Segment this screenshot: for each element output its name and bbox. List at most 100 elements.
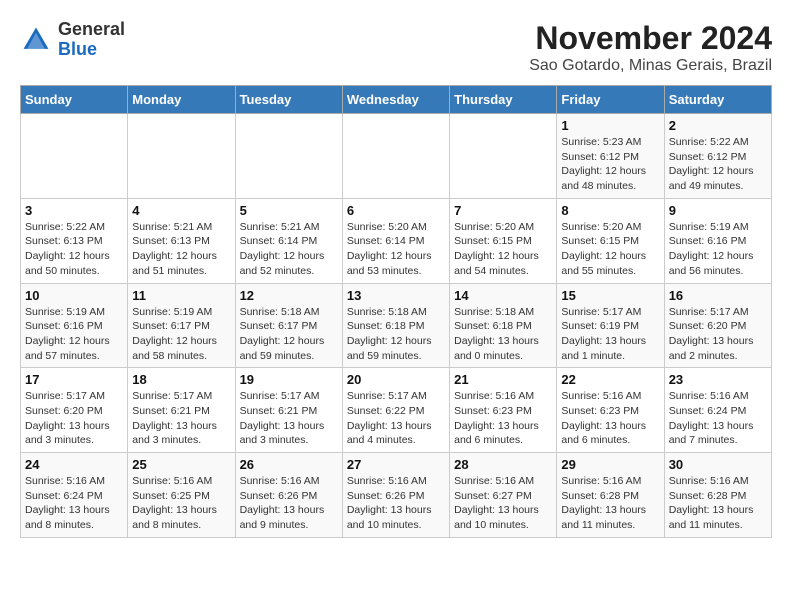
calendar-cell bbox=[21, 114, 128, 199]
calendar-cell: 19 Sunrise: 5:17 AM Sunset: 6:21 PM Dayli… bbox=[235, 368, 342, 453]
day-number: 12 bbox=[240, 288, 338, 303]
day-info: Sunrise: 5:16 AM Sunset: 6:28 PM Dayligh… bbox=[561, 474, 659, 533]
header-wednesday: Wednesday bbox=[342, 86, 449, 114]
calendar-cell bbox=[450, 114, 557, 199]
day-number: 7 bbox=[454, 203, 552, 218]
logo-icon bbox=[20, 24, 52, 56]
day-number: 20 bbox=[347, 372, 445, 387]
day-info: Sunrise: 5:20 AM Sunset: 6:15 PM Dayligh… bbox=[454, 220, 552, 279]
week-row-2: 10Sunrise: 5:19 AM Sunset: 6:16 PM Dayli… bbox=[21, 283, 772, 368]
calendar-cell bbox=[128, 114, 235, 199]
page-title: November 2024 bbox=[529, 20, 772, 57]
title-block: November 2024 Sao Gotardo, Minas Gerais,… bbox=[529, 20, 772, 75]
week-row-1: 3Sunrise: 5:22 AM Sunset: 6:13 PM Daylig… bbox=[21, 198, 772, 283]
day-info: Sunrise: 5:21 AM Sunset: 6:14 PM Dayligh… bbox=[240, 220, 338, 279]
day-info: Sunrise: 5:17 AM Sunset: 6:22 PM Dayligh… bbox=[347, 389, 445, 448]
day-number: 18 bbox=[132, 372, 230, 387]
logo-blue: Blue bbox=[58, 39, 97, 59]
calendar-cell: 30 Sunrise: 5:16 AM Sunset: 6:28 PM Dayli… bbox=[664, 453, 771, 538]
calendar-cell: 26 Sunrise: 5:16 AM Sunset: 6:26 PM Dayli… bbox=[235, 453, 342, 538]
header-tuesday: Tuesday bbox=[235, 86, 342, 114]
calendar-cell: 14 Sunrise: 5:18 AM Sunset: 6:18 PM Dayli… bbox=[450, 283, 557, 368]
day-info: Sunrise: 5:19 AM Sunset: 6:17 PM Dayligh… bbox=[132, 305, 230, 364]
week-row-0: 1 Sunrise: 5:23 AM Sunset: 6:12 PM Daylig… bbox=[21, 114, 772, 199]
day-number: 1 bbox=[561, 118, 659, 133]
day-info: Sunrise: 5:21 AM Sunset: 6:13 PM Dayligh… bbox=[132, 220, 230, 279]
day-info: Sunrise: 5:22 AM Sunset: 6:12 PM Dayligh… bbox=[669, 135, 767, 194]
day-info: Sunrise: 5:16 AM Sunset: 6:24 PM Dayligh… bbox=[25, 474, 123, 533]
day-number: 2 bbox=[669, 118, 767, 133]
calendar-cell: 25 Sunrise: 5:16 AM Sunset: 6:25 PM Dayli… bbox=[128, 453, 235, 538]
day-info: Sunrise: 5:16 AM Sunset: 6:25 PM Dayligh… bbox=[132, 474, 230, 533]
day-number: 24 bbox=[25, 457, 123, 472]
header-row: SundayMondayTuesdayWednesdayThursdayFrid… bbox=[21, 86, 772, 114]
calendar-cell: 3Sunrise: 5:22 AM Sunset: 6:13 PM Daylig… bbox=[21, 198, 128, 283]
day-number: 4 bbox=[132, 203, 230, 218]
week-row-4: 24 Sunrise: 5:16 AM Sunset: 6:24 PM Dayli… bbox=[21, 453, 772, 538]
calendar-cell: 7 Sunrise: 5:20 AM Sunset: 6:15 PM Daylig… bbox=[450, 198, 557, 283]
day-number: 11 bbox=[132, 288, 230, 303]
calendar-cell: 15 Sunrise: 5:17 AM Sunset: 6:19 PM Dayli… bbox=[557, 283, 664, 368]
day-number: 26 bbox=[240, 457, 338, 472]
day-info: Sunrise: 5:16 AM Sunset: 6:24 PM Dayligh… bbox=[669, 389, 767, 448]
day-number: 17 bbox=[25, 372, 123, 387]
day-info: Sunrise: 5:19 AM Sunset: 6:16 PM Dayligh… bbox=[669, 220, 767, 279]
calendar-cell: 6 Sunrise: 5:20 AM Sunset: 6:14 PM Daylig… bbox=[342, 198, 449, 283]
day-info: Sunrise: 5:17 AM Sunset: 6:21 PM Dayligh… bbox=[132, 389, 230, 448]
day-info: Sunrise: 5:18 AM Sunset: 6:18 PM Dayligh… bbox=[347, 305, 445, 364]
calendar-cell: 5 Sunrise: 5:21 AM Sunset: 6:14 PM Daylig… bbox=[235, 198, 342, 283]
day-number: 19 bbox=[240, 372, 338, 387]
day-number: 15 bbox=[561, 288, 659, 303]
day-info: Sunrise: 5:18 AM Sunset: 6:18 PM Dayligh… bbox=[454, 305, 552, 364]
calendar-cell: 28Sunrise: 5:16 AM Sunset: 6:27 PM Dayli… bbox=[450, 453, 557, 538]
page-subtitle: Sao Gotardo, Minas Gerais, Brazil bbox=[529, 57, 772, 75]
day-number: 16 bbox=[669, 288, 767, 303]
calendar-cell: 10Sunrise: 5:19 AM Sunset: 6:16 PM Dayli… bbox=[21, 283, 128, 368]
week-row-3: 17 Sunrise: 5:17 AM Sunset: 6:20 PM Dayli… bbox=[21, 368, 772, 453]
logo: General Blue bbox=[20, 20, 125, 60]
calendar-cell: 24 Sunrise: 5:16 AM Sunset: 6:24 PM Dayli… bbox=[21, 453, 128, 538]
calendar-cell: 12 Sunrise: 5:18 AM Sunset: 6:17 PM Dayli… bbox=[235, 283, 342, 368]
calendar-cell: 16Sunrise: 5:17 AM Sunset: 6:20 PM Dayli… bbox=[664, 283, 771, 368]
day-number: 25 bbox=[132, 457, 230, 472]
day-number: 22 bbox=[561, 372, 659, 387]
day-number: 21 bbox=[454, 372, 552, 387]
calendar-cell: 8Sunrise: 5:20 AM Sunset: 6:15 PM Daylig… bbox=[557, 198, 664, 283]
day-info: Sunrise: 5:19 AM Sunset: 6:16 PM Dayligh… bbox=[25, 305, 123, 364]
calendar-cell: 29Sunrise: 5:16 AM Sunset: 6:28 PM Dayli… bbox=[557, 453, 664, 538]
day-info: Sunrise: 5:17 AM Sunset: 6:20 PM Dayligh… bbox=[25, 389, 123, 448]
calendar-table: SundayMondayTuesdayWednesdayThursdayFrid… bbox=[20, 85, 772, 538]
day-info: Sunrise: 5:16 AM Sunset: 6:26 PM Dayligh… bbox=[240, 474, 338, 533]
day-number: 28 bbox=[454, 457, 552, 472]
day-number: 9 bbox=[669, 203, 767, 218]
day-number: 14 bbox=[454, 288, 552, 303]
calendar-cell: 1 Sunrise: 5:23 AM Sunset: 6:12 PM Daylig… bbox=[557, 114, 664, 199]
day-number: 30 bbox=[669, 457, 767, 472]
day-number: 27 bbox=[347, 457, 445, 472]
day-info: Sunrise: 5:20 AM Sunset: 6:14 PM Dayligh… bbox=[347, 220, 445, 279]
day-number: 6 bbox=[347, 203, 445, 218]
calendar-cell: 13Sunrise: 5:18 AM Sunset: 6:18 PM Dayli… bbox=[342, 283, 449, 368]
calendar-cell: 22Sunrise: 5:16 AM Sunset: 6:23 PM Dayli… bbox=[557, 368, 664, 453]
day-info: Sunrise: 5:17 AM Sunset: 6:19 PM Dayligh… bbox=[561, 305, 659, 364]
calendar-cell: 20 Sunrise: 5:17 AM Sunset: 6:22 PM Dayli… bbox=[342, 368, 449, 453]
calendar-cell bbox=[342, 114, 449, 199]
header-sunday: Sunday bbox=[21, 86, 128, 114]
day-info: Sunrise: 5:20 AM Sunset: 6:15 PM Dayligh… bbox=[561, 220, 659, 279]
header-monday: Monday bbox=[128, 86, 235, 114]
calendar-cell: 17 Sunrise: 5:17 AM Sunset: 6:20 PM Dayli… bbox=[21, 368, 128, 453]
calendar-cell: 21Sunrise: 5:16 AM Sunset: 6:23 PM Dayli… bbox=[450, 368, 557, 453]
day-number: 23 bbox=[669, 372, 767, 387]
day-info: Sunrise: 5:16 AM Sunset: 6:28 PM Dayligh… bbox=[669, 474, 767, 533]
calendar-cell bbox=[235, 114, 342, 199]
day-info: Sunrise: 5:18 AM Sunset: 6:17 PM Dayligh… bbox=[240, 305, 338, 364]
calendar-cell: 4 Sunrise: 5:21 AM Sunset: 6:13 PM Daylig… bbox=[128, 198, 235, 283]
header-saturday: Saturday bbox=[664, 86, 771, 114]
calendar-cell: 2 Sunrise: 5:22 AM Sunset: 6:12 PM Daylig… bbox=[664, 114, 771, 199]
logo-text: General Blue bbox=[58, 20, 125, 60]
day-number: 3 bbox=[25, 203, 123, 218]
day-number: 5 bbox=[240, 203, 338, 218]
day-info: Sunrise: 5:23 AM Sunset: 6:12 PM Dayligh… bbox=[561, 135, 659, 194]
day-info: Sunrise: 5:16 AM Sunset: 6:26 PM Dayligh… bbox=[347, 474, 445, 533]
day-info: Sunrise: 5:17 AM Sunset: 6:21 PM Dayligh… bbox=[240, 389, 338, 448]
